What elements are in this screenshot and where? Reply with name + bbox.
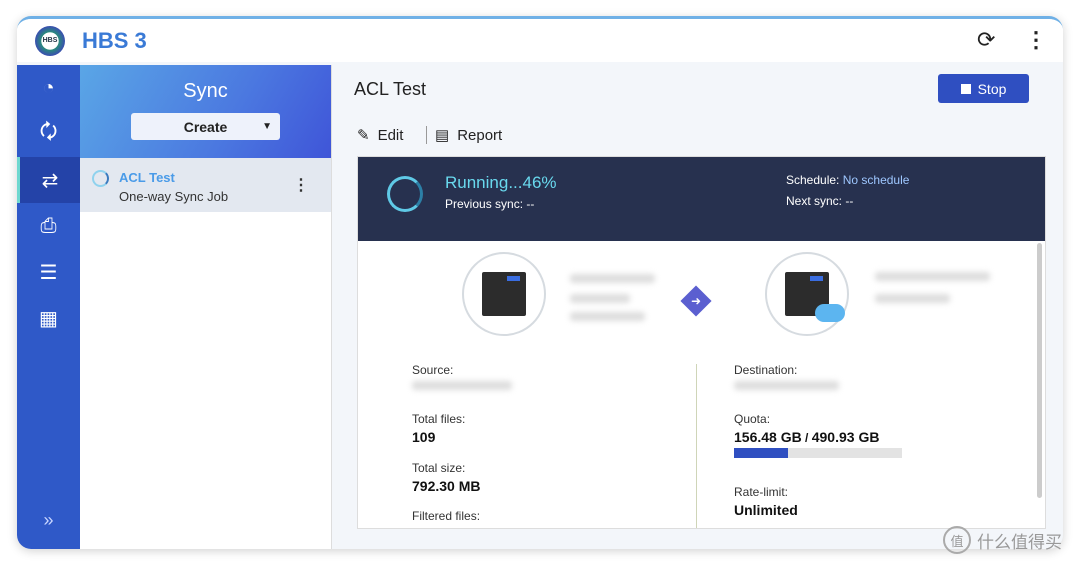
status-header: Running...46% Previous sync: -- Schedule… xyxy=(358,157,1045,241)
source-device xyxy=(462,252,546,336)
edit-icon: ✎ xyxy=(357,127,370,144)
create-button[interactable]: Create ▼ xyxy=(131,113,280,140)
blurred-text xyxy=(875,294,950,303)
cloud-icon xyxy=(815,304,845,322)
watermark-logo-icon: 值 xyxy=(943,526,971,554)
nav-backup-icon[interactable]: 🗘 xyxy=(17,111,80,157)
edit-label: Edit xyxy=(377,126,404,144)
quota-bar-fill xyxy=(734,448,788,458)
sync-panel: Sync Create ▼ ACL Test One-way Sync Job ⋮ xyxy=(80,65,332,549)
more-menu-icon[interactable]: ⋮ xyxy=(1025,27,1047,53)
blurred-text xyxy=(570,274,655,283)
job-detail: ACL Test Stop ✎ Edit ▤ Report Running...46… xyxy=(333,65,1063,549)
stop-icon xyxy=(960,83,971,94)
sync-direction-arrow-icon: ➜ xyxy=(680,285,712,317)
nav-rail: ◔ 🗘 ⇄ ⎙ ☰ ▦ » xyxy=(17,65,80,549)
stop-label: Stop xyxy=(977,80,1007,97)
total-files-value: 109 xyxy=(412,429,436,445)
blurred-text xyxy=(570,312,645,321)
running-status: Running...46% xyxy=(445,173,557,192)
job-title: ACL Test xyxy=(354,79,427,99)
watermark-text: 什么值得买 xyxy=(977,532,1062,552)
nav-services-icon[interactable]: ▦ xyxy=(17,295,80,341)
nas-icon xyxy=(482,272,526,316)
nav-restore-icon[interactable]: ⎙ xyxy=(17,203,80,249)
nav-sync-icon[interactable]: ⇄ xyxy=(17,157,80,203)
total-size-value: 792.30 MB xyxy=(412,478,481,494)
schedule-value: No schedule xyxy=(842,173,910,187)
running-spinner-icon xyxy=(92,170,109,187)
quota-used: 156.48 GB xyxy=(734,429,802,445)
report-label: Report xyxy=(457,126,503,144)
destination-label: Destination: xyxy=(734,363,798,377)
create-label: Create xyxy=(183,118,228,135)
nav-storage-icon[interactable]: ☰ xyxy=(17,249,80,295)
schedule-label: Schedule: xyxy=(786,173,840,187)
title-bar: HBS HBS 3 ⟳ ⋮ xyxy=(17,19,1063,62)
blurred-text xyxy=(734,381,839,390)
chevron-down-icon: ▼ xyxy=(262,121,272,132)
rate-limit-label: Rate-limit: xyxy=(734,485,789,499)
schedule: Schedule: No schedule xyxy=(786,173,909,187)
stop-button[interactable]: Stop xyxy=(938,74,1029,103)
quota-total: 490.93 GB xyxy=(811,429,880,445)
quota-separator: / xyxy=(801,431,812,445)
divider xyxy=(696,364,697,528)
progress-ring-icon xyxy=(387,176,423,212)
job-list-item[interactable]: ACL Test One-way Sync Job ⋮ xyxy=(80,158,331,212)
total-size-label: Total size: xyxy=(412,461,466,475)
refresh-icon[interactable]: ⟳ xyxy=(977,27,995,53)
blurred-text xyxy=(412,381,512,390)
report-icon: ▤ xyxy=(435,127,450,144)
app-title: HBS 3 xyxy=(82,27,147,53)
destination-device xyxy=(765,252,849,336)
sync-banner: Sync Create ▼ xyxy=(80,65,331,158)
quota-value: 156.48 GB / 490.93 GB xyxy=(734,429,879,445)
nav-overview-icon[interactable]: ◔ xyxy=(17,65,80,111)
quota-bar xyxy=(734,448,902,458)
watermark: 值什么值得买 xyxy=(943,526,1062,554)
hbs-logo: HBS xyxy=(35,25,65,56)
scrollbar[interactable] xyxy=(1037,243,1042,498)
job-menu-icon[interactable]: ⋮ xyxy=(293,175,309,195)
source-label: Source: xyxy=(412,363,454,377)
rate-limit-value: Unlimited xyxy=(734,502,798,518)
total-files-label: Total files: xyxy=(412,412,466,426)
panel-title: Sync xyxy=(183,80,228,102)
quota-label: Quota: xyxy=(734,412,771,426)
job-type: One-way Sync Job xyxy=(119,189,229,204)
expand-icon[interactable]: » xyxy=(17,510,80,531)
next-sync: Next sync: -- xyxy=(786,194,854,208)
job-name: ACL Test xyxy=(119,170,175,185)
report-button[interactable]: ▤ Report xyxy=(426,126,502,144)
status-card: Running...46% Previous sync: -- Schedule… xyxy=(357,156,1046,529)
blurred-text xyxy=(570,294,630,303)
edit-button[interactable]: ✎ Edit xyxy=(357,126,404,145)
previous-sync: Previous sync: -- xyxy=(445,197,535,211)
filtered-files-label: Filtered files: xyxy=(412,509,481,523)
logo-text: HBS xyxy=(42,37,58,44)
app-window: HBS HBS 3 ⟳ ⋮ ◔ 🗘 ⇄ ⎙ ☰ ▦ » Sync Create ▼… xyxy=(17,16,1063,549)
blurred-text xyxy=(875,272,990,281)
